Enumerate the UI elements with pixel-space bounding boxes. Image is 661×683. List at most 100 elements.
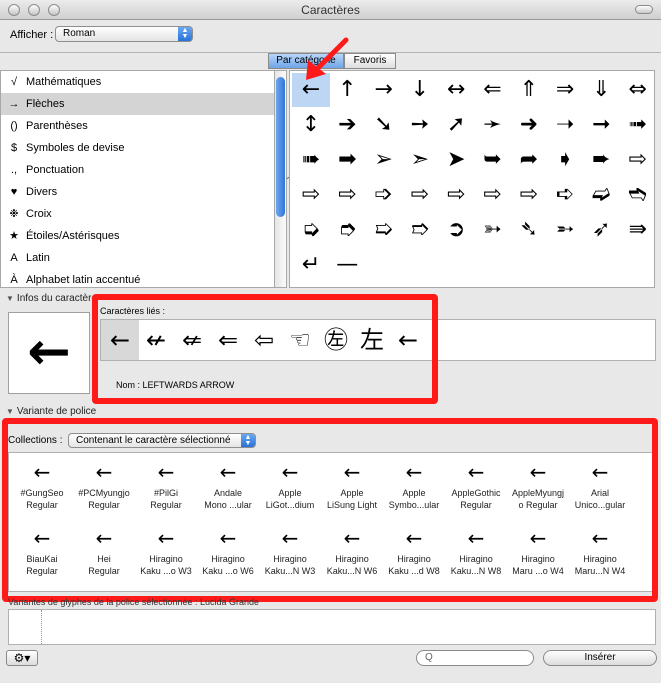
glyph-cell[interactable]: ↵ (292, 248, 330, 282)
category-item[interactable]: () Parenthèses (1, 115, 274, 137)
title-bar: Caractères (0, 0, 661, 20)
glyph-cell[interactable]: ➟ (619, 108, 657, 142)
category-icon: () (10, 120, 18, 132)
red-highlight-box-variants (2, 418, 658, 602)
glyph-cell[interactable]: ⇨ (619, 143, 657, 177)
category-label: Mathématiques (26, 76, 102, 88)
insert-button[interactable]: Insérer (543, 650, 657, 666)
category-icon: → (8, 98, 20, 110)
glyph-cell[interactable]: ➯ (365, 213, 403, 247)
category-icon: ❉ (9, 208, 19, 220)
category-item[interactable]: A Latin (1, 247, 274, 269)
category-label: Étoiles/Astérisques (26, 230, 120, 242)
category-icon: $ (10, 142, 18, 154)
glyph-cell[interactable]: ➭ (292, 213, 330, 247)
glyph-cell[interactable]: ➘ (365, 108, 403, 142)
glyph-cell[interactable]: ➱ (401, 213, 439, 247)
glyph-cell[interactable]: ⇨ (474, 178, 512, 212)
glyph-cell[interactable]: ➲ (437, 213, 475, 247)
category-label: Alphabet latin accentué (26, 274, 141, 286)
glyph-cell[interactable]: ➜ (510, 108, 548, 142)
glyph-cell[interactable]: ➨ (582, 143, 620, 177)
category-icon: ., (10, 164, 18, 176)
glyph-cell[interactable]: ➧ (546, 143, 584, 177)
glyph-cell[interactable]: ➮ (328, 213, 366, 247)
glyph-variants-font: Lucida Grande (199, 597, 260, 607)
glyph-cell[interactable]: ➣ (401, 143, 439, 177)
glyph-cell[interactable]: ➬ (619, 178, 657, 212)
glyph-cell[interactable]: — (328, 248, 366, 282)
category-item[interactable]: $ Symboles de devise (1, 137, 274, 159)
glyph-cell[interactable]: ⇒ (546, 73, 584, 107)
category-item[interactable]: ❉ Croix (1, 203, 274, 225)
category-label: Flèches (26, 98, 65, 110)
glyph-cell[interactable]: ➩ (365, 178, 403, 212)
glyph-cell[interactable]: ➞ (582, 108, 620, 142)
afficher-popup[interactable]: Roman ▲ ▼ (55, 26, 193, 42)
glyph-cell[interactable]: ➥ (474, 143, 512, 177)
glyph-variants-label-text: Variantes de glyphes de la police sélect… (8, 597, 198, 607)
glyph-cell[interactable]: ➚ (437, 108, 475, 142)
toolbar-toggle-button[interactable] (635, 5, 653, 14)
search-icon: Q (425, 652, 433, 663)
action-gear-button[interactable]: ⚙▾ (6, 650, 38, 666)
glyph-grid: ← ↑ → ↓ ↔ ⇐ ⇑ ⇒ ⇓ ⇔ ↕ ➔ ➘ ➙ ➚ ➛ ➜ ➝ ➞ ➟ ➠ ➡ ➢ ➣ ➤ ➥ ➦ ➧ ➨ ⇨ ⇨ ⇨ ➩ ⇨ ⇨ ⇨ ⇨ ➪ ➫ ➬… (289, 70, 655, 288)
red-highlight-box-linked (92, 294, 438, 404)
glyph-cell[interactable]: ➴ (510, 213, 548, 247)
glyph-cell[interactable]: ↕ (292, 108, 330, 142)
glyph-cell[interactable]: ➤ (437, 143, 475, 177)
glyph-cell[interactable]: ➵ (546, 213, 584, 247)
glyph-cell[interactable]: ⇓ (582, 73, 620, 107)
glyph-cell[interactable]: ➫ (582, 178, 620, 212)
category-item[interactable]: ★ Étoiles/Astérisques (1, 225, 274, 247)
category-item[interactable]: → Flèches (1, 93, 274, 115)
category-label: Parenthèses (26, 120, 88, 132)
category-label: Divers (26, 186, 58, 198)
variant-section-header[interactable]: ▼ Variante de police (6, 406, 96, 417)
glyph-cell[interactable]: ➪ (546, 178, 584, 212)
variants-separator (41, 610, 42, 644)
glyph-cell[interactable]: ⇛ (619, 213, 657, 247)
glyph-cell[interactable]: ⇨ (328, 178, 366, 212)
glyph-cell[interactable]: ↔ (437, 73, 475, 107)
glyph-cell[interactable]: ➦ (510, 143, 548, 177)
glyph-cell[interactable]: ⇨ (292, 178, 330, 212)
glyph-cell[interactable]: ➔ (328, 108, 366, 142)
afficher-value: Roman (63, 28, 96, 39)
glyph-cell[interactable]: ↓ (401, 73, 439, 107)
category-icon: √ (10, 76, 18, 88)
glyph-cell[interactable]: ⇑ (510, 73, 548, 107)
glyph-cell[interactable]: ⇨ (510, 178, 548, 212)
glyph-cell[interactable]: ⇨ (401, 178, 439, 212)
glyph-cell[interactable]: ➡ (328, 143, 366, 177)
category-item[interactable]: ., Ponctuation (1, 159, 274, 181)
category-label: Croix (26, 208, 52, 220)
glyph-cell[interactable]: ⇐ (474, 73, 512, 107)
window-title: Caractères (301, 3, 360, 17)
glyph-cell[interactable]: ➙ (401, 108, 439, 142)
category-item[interactable]: À Alphabet latin accentué (1, 269, 274, 287)
glyph-cell[interactable]: ➛ (474, 108, 512, 142)
category-item[interactable]: ♥ Divers (1, 181, 274, 203)
category-item[interactable]: √ Mathématiques (1, 71, 274, 93)
glyph-cell[interactable]: ➳ (474, 213, 512, 247)
afficher-label: Afficher : (10, 29, 54, 41)
glyph-cell[interactable]: ➢ (365, 143, 403, 177)
glyph-cell[interactable]: → (365, 73, 403, 107)
glyph-cell[interactable]: ➝ (546, 108, 584, 142)
popup-arrows-icon: ▲ ▼ (178, 27, 192, 41)
search-input[interactable]: Q (416, 650, 534, 666)
category-icon: A (10, 252, 18, 264)
category-list: √ Mathématiques → Flèches () Parenthèses $ Symb… (0, 70, 275, 288)
category-label: Ponctuation (26, 164, 85, 176)
glyph-cell[interactable]: ⇔ (619, 73, 657, 107)
disclosure-triangle-icon: ▼ (6, 294, 14, 303)
info-section-header[interactable]: ▼ Infos du caractère (6, 293, 97, 304)
category-icon: À (10, 274, 18, 286)
glyph-cell[interactable]: ➶ (582, 213, 620, 247)
category-icon: ★ (9, 230, 19, 242)
glyph-cell[interactable]: ➠ (292, 143, 330, 177)
scrollbar-thumb[interactable] (276, 77, 285, 217)
glyph-cell[interactable]: ⇨ (437, 178, 475, 212)
red-arrow-annotation (306, 37, 349, 80)
